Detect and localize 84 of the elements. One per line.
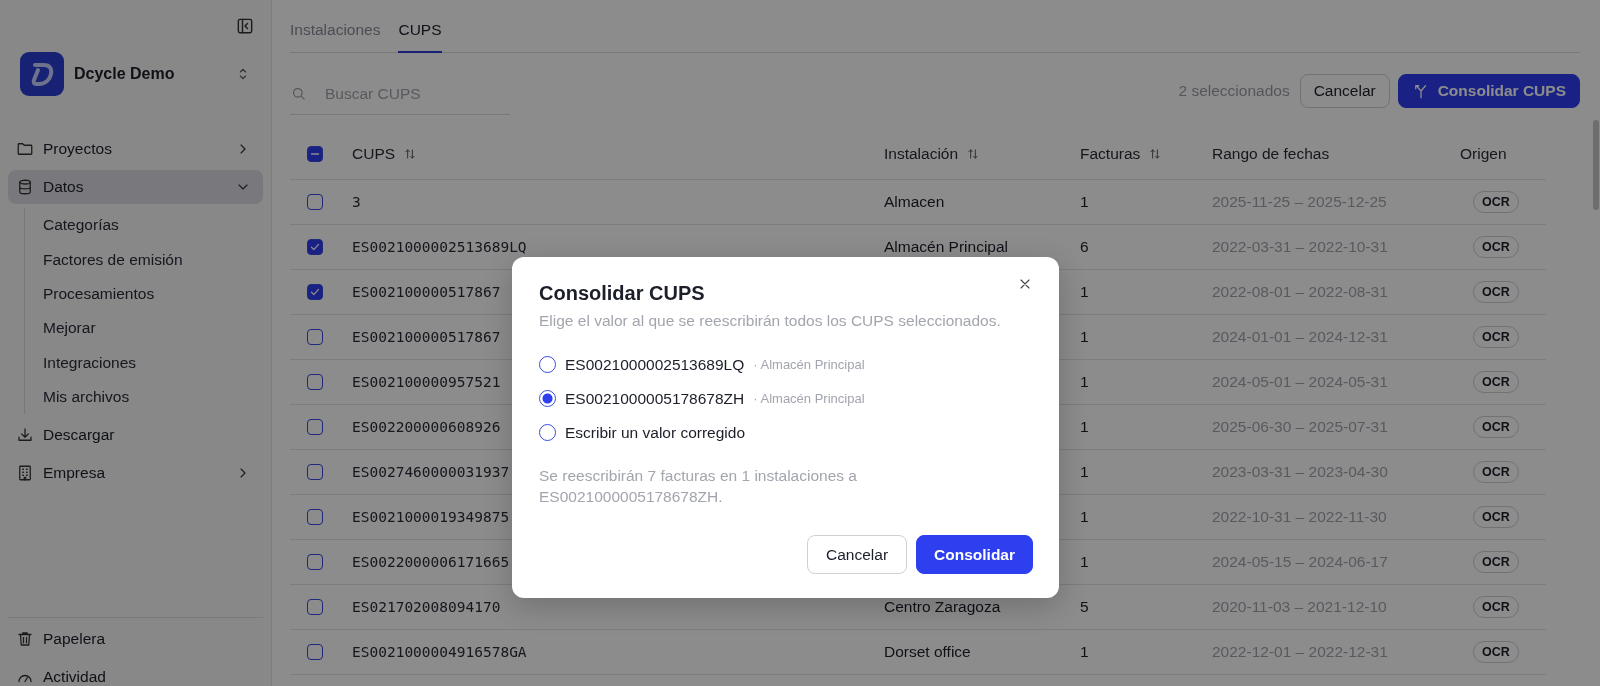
- table-cell: 1: [1080, 508, 1089, 526]
- option-label[interactable]: ES0021000005178678ZH: [565, 389, 745, 408]
- nav-subitem[interactable]: Mis archivos: [43, 379, 263, 415]
- cancel-button[interactable]: Cancelar: [1299, 74, 1390, 108]
- table-cell: 1: [1080, 373, 1089, 391]
- checkbox[interactable]: [307, 239, 323, 255]
- nav-subitem[interactable]: Categorías: [43, 208, 263, 243]
- column-header[interactable]: Instalación: [884, 145, 959, 163]
- table-cell: ES002100000517867: [352, 284, 501, 300]
- nav-subitem[interactable]: Integraciones: [43, 345, 263, 380]
- scrollbar[interactable]: [1593, 120, 1599, 210]
- trash-icon: [16, 630, 34, 648]
- option-note: · Almacén Principal: [753, 357, 865, 372]
- checkbox[interactable]: [307, 554, 323, 570]
- column-header[interactable]: Rango de fechas: [1212, 145, 1330, 163]
- table-cell: ES0021000002513689LQ: [352, 239, 527, 255]
- option-label[interactable]: Escribir un valor corregido: [565, 423, 746, 442]
- checkbox[interactable]: [307, 644, 323, 660]
- table-cell: ES0021000004916578GA: [352, 644, 527, 660]
- radio-button[interactable]: [539, 424, 556, 441]
- table-cell: ES021702008094170: [352, 599, 501, 615]
- table-cell: 6: [1080, 238, 1089, 256]
- table-cell: 1: [1080, 418, 1089, 436]
- table-cell: 1: [1080, 643, 1089, 661]
- table-cell: ES0027460000031937: [352, 464, 510, 480]
- nav-subitem[interactable]: Procesamientos: [43, 276, 263, 312]
- nav-item[interactable]: Papelera: [8, 622, 263, 656]
- logo-icon: [20, 52, 64, 96]
- checkbox[interactable]: [307, 599, 323, 615]
- option-note: · Almacén Principal: [753, 391, 865, 406]
- checkbox[interactable]: [307, 194, 323, 210]
- sort-icon[interactable]: [966, 147, 981, 161]
- table-cell: Dorset office: [884, 643, 971, 661]
- checkbox[interactable]: [307, 146, 323, 162]
- checkbox[interactable]: [307, 509, 323, 525]
- checkbox[interactable]: [307, 284, 323, 300]
- organization-switcher[interactable]: Dcycle Demo: [20, 52, 263, 96]
- sort-icon[interactable]: [1148, 147, 1163, 161]
- option-label[interactable]: ES0021000002513689LQ: [565, 355, 745, 374]
- nav-item[interactable]: Datos: [8, 170, 263, 204]
- dialog-subtitle: Elige el valor al que se reescribirán todos los CUPS seleccionados.: [539, 312, 1002, 330]
- table-cell: ES002200000608926: [352, 419, 501, 435]
- column-header[interactable]: Origen: [1460, 145, 1507, 163]
- table-cell: Almacén Principal: [884, 238, 1009, 256]
- radio-button[interactable]: [539, 356, 556, 373]
- nav-subitem[interactable]: Factores de emisión: [43, 242, 263, 277]
- table-cell: Centro Zaragoza: [884, 598, 1001, 616]
- table-cell: 1: [1080, 553, 1089, 571]
- dialog-summary: Se reescribirán 7 facturas en 1 instalaciones a ES0021000005178678ZH.: [539, 466, 858, 507]
- table-cell: 1: [1080, 463, 1089, 481]
- selection-count: 2 seleccionados: [1178, 82, 1290, 100]
- building-icon: [16, 464, 34, 483]
- table-cell: 1: [1080, 328, 1089, 346]
- consolidate-button[interactable]: Consolidar: [916, 535, 1033, 574]
- table-cell: 1: [1080, 283, 1089, 301]
- cancel-button[interactable]: Cancelar: [807, 535, 908, 574]
- table-cell: ES002100000517867: [352, 329, 501, 345]
- collapse-sidebar-icon[interactable]: [235, 16, 255, 36]
- column-header[interactable]: Facturas: [1080, 145, 1141, 163]
- table-cell: 5: [1080, 598, 1089, 616]
- consolidate-button[interactable]: Consolidar CUPS: [1397, 74, 1580, 108]
- table-cell: 1: [1080, 193, 1089, 211]
- table-cell: ES002100000957521: [352, 374, 501, 390]
- column-header[interactable]: CUPS: [352, 145, 396, 163]
- folder-icon: [16, 140, 34, 158]
- database-icon: [16, 178, 34, 196]
- table-cell: Almacen: [884, 193, 945, 211]
- nav-item[interactable]: Empresa: [8, 456, 263, 491]
- nav-subitem[interactable]: Mejorar: [43, 311, 263, 346]
- radio-button[interactable]: [539, 390, 556, 407]
- nav-item[interactable]: Descargar: [8, 418, 263, 453]
- checkbox[interactable]: [307, 419, 323, 435]
- table-cell: 3: [352, 194, 361, 210]
- search-icon: [290, 85, 307, 102]
- sort-icon[interactable]: [403, 147, 418, 161]
- checkbox[interactable]: [307, 464, 323, 480]
- table-cell: ES0022000006171665: [352, 554, 510, 570]
- checkbox[interactable]: [307, 329, 323, 345]
- tab[interactable]: CUPS: [398, 21, 442, 53]
- checkbox[interactable]: [307, 374, 323, 390]
- table-cell: ES0021000019349875: [352, 509, 510, 525]
- dialog-title: Consolidar CUPS: [539, 282, 705, 305]
- nav-item[interactable]: Actividad: [8, 660, 263, 686]
- nav-item[interactable]: Proyectos: [8, 132, 263, 166]
